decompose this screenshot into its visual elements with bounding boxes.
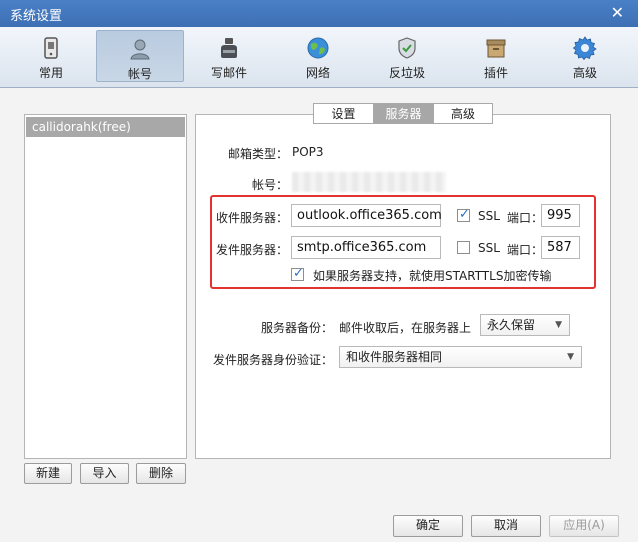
import-button[interactable]: 导入 <box>80 463 129 484</box>
ok-button[interactable]: 确定 <box>393 515 463 537</box>
toolbar-item-label: 高级 <box>572 66 597 80</box>
server-backup-label: 服务器备份： <box>260 321 333 335</box>
toolbar-item-general[interactable]: 常用 <box>7 30 95 82</box>
toolbar-item-label: 反垃圾 <box>388 66 425 80</box>
chevron-down-icon: ▼ <box>567 352 574 362</box>
mailbox-type-label: 邮箱类型： <box>227 147 288 161</box>
toolbar-item-plugins[interactable]: 插件 <box>452 30 540 82</box>
toolbar-item-compose[interactable]: 写邮件 <box>185 30 273 82</box>
apply-button[interactable]: 应用(A) <box>549 515 619 537</box>
cancel-button[interactable]: 取消 <box>471 515 541 537</box>
toolbar-item-network[interactable]: 网络 <box>274 30 362 82</box>
server-backup-desc: 邮件收取后，在服务器上 <box>339 321 472 335</box>
server-backup-value: 永久保留 <box>487 318 536 332</box>
server-backup-select[interactable]: 永久保留 ▼ <box>480 314 570 336</box>
mailbox-type-value: POP3 <box>292 145 324 159</box>
window-title: 系统设置 <box>10 9 63 24</box>
toolbar-item-antispam[interactable]: 反垃圾 <box>363 30 451 82</box>
box-icon <box>486 39 506 58</box>
delete-button[interactable]: 删除 <box>136 463 186 484</box>
outgoing-auth-select[interactable]: 和收件服务器相同 ▼ <box>339 346 582 368</box>
title-bar: 系统设置 ✕ <box>0 0 638 27</box>
toolbar-item-label: 帐号 <box>127 67 152 81</box>
toolbar-item-account[interactable]: 帐号 <box>96 30 184 82</box>
outgoing-auth-value: 和收件服务器相同 <box>346 350 443 364</box>
shield-icon <box>398 37 416 59</box>
gear-icon <box>573 36 597 60</box>
highlight-annotation-box <box>210 195 596 289</box>
tab-advanced[interactable]: 高级 <box>433 103 493 124</box>
outgoing-auth-label: 发件服务器身份验证： <box>212 353 333 367</box>
tab-settings[interactable]: 设置 <box>313 103 374 124</box>
account-value-redacted <box>292 172 446 192</box>
toolbar-item-label: 常用 <box>38 66 63 80</box>
toolbar-item-label: 网络 <box>305 66 330 80</box>
person-icon <box>130 39 150 60</box>
chevron-down-icon: ▼ <box>555 320 562 330</box>
inkpot-icon <box>221 38 237 58</box>
close-icon[interactable]: ✕ <box>611 3 624 22</box>
tab-server[interactable]: 服务器 <box>373 103 434 124</box>
toolbar-item-label: 插件 <box>483 66 508 80</box>
phone-icon <box>44 37 58 59</box>
account-list[interactable]: callidorahk(free) <box>24 114 187 459</box>
toolbar-item-advanced[interactable]: 高级 <box>541 30 629 82</box>
toolbar-item-label: 写邮件 <box>210 66 247 80</box>
globe-icon <box>307 37 329 59</box>
settings-toolbar: 常用 帐号 写邮件 网络 反垃圾 插件 高级 <box>0 27 638 88</box>
account-label: 帐号： <box>251 178 288 192</box>
account-item[interactable]: callidorahk(free) <box>26 117 185 137</box>
new-account-button[interactable]: 新建 <box>24 463 72 484</box>
